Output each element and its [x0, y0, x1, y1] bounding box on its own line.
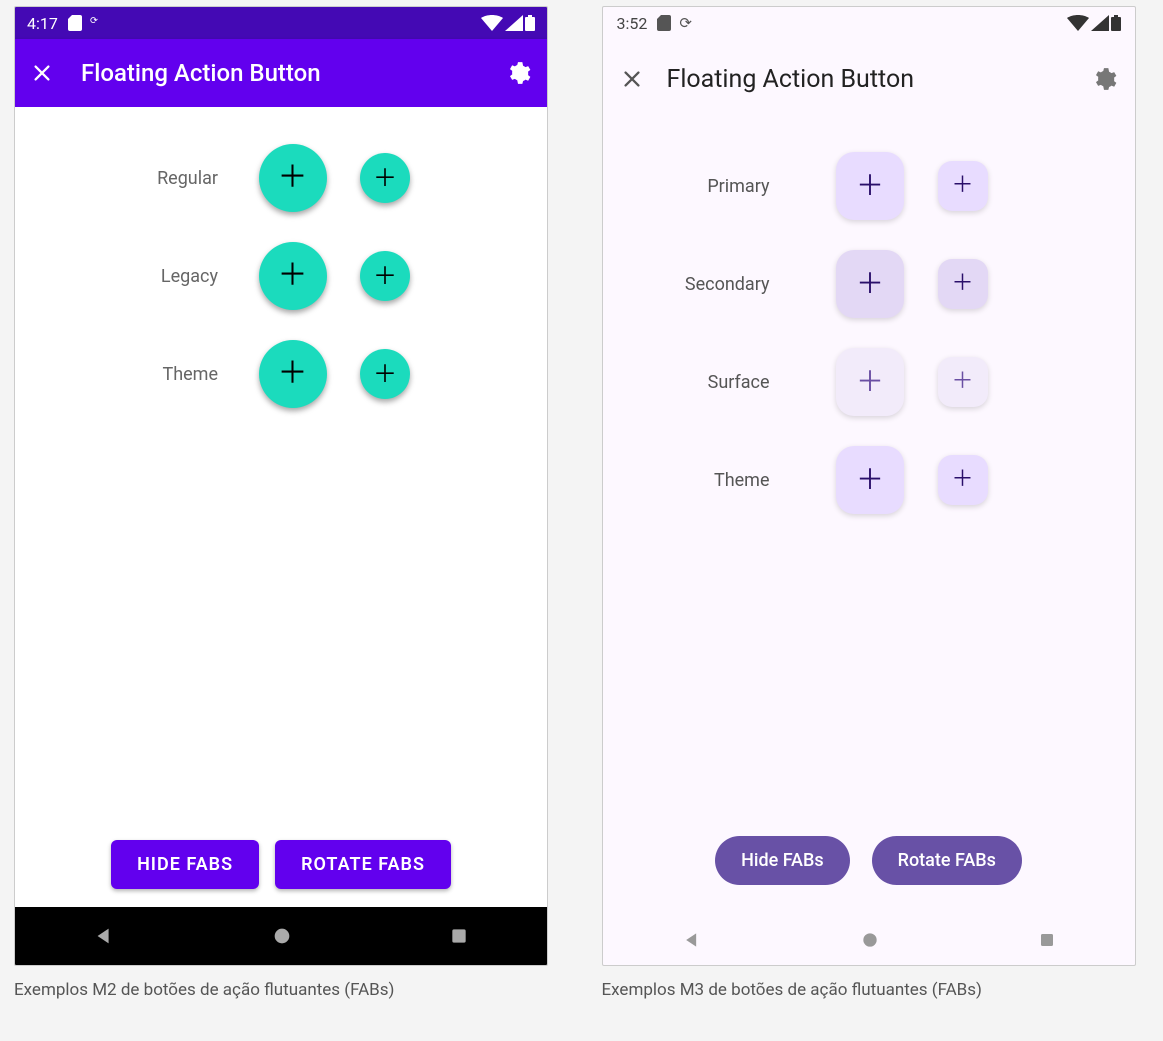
m3-column: 3:52 ⟳ [602, 6, 1150, 1000]
fab-row: Regular ＋ ＋ [15, 129, 547, 227]
close-icon[interactable] [31, 62, 53, 84]
plus-icon: ＋ [951, 273, 973, 295]
nav-recent-icon[interactable] [449, 926, 469, 946]
signal-icon [1091, 15, 1109, 31]
appbar-title: Floating Action Button [81, 59, 321, 87]
nav-home-icon[interactable] [860, 930, 880, 950]
m3-appbar: Floating Action Button [603, 39, 1135, 119]
sync-icon: ⟳ [679, 14, 692, 32]
nav-home-icon[interactable] [271, 925, 293, 947]
fab-small[interactable]: ＋ [360, 153, 410, 203]
comparison-wrap: 4:17 ⟳ [0, 0, 1163, 1020]
battery-icon [1111, 15, 1121, 31]
signal-icon [505, 15, 523, 31]
battery-icon [525, 15, 535, 31]
gear-icon[interactable] [505, 60, 531, 86]
fab-row-label: Regular [15, 168, 240, 189]
fab-small[interactable]: ＋ [938, 455, 988, 505]
spacer [603, 529, 1135, 836]
fab-row: Primary ＋ ＋ [603, 137, 1135, 235]
plus-icon: ＋ [278, 359, 308, 389]
fab-row-label: Secondary [603, 274, 818, 295]
m2-system-navbar [15, 907, 547, 965]
sd-card-icon [657, 15, 671, 31]
fab-large[interactable]: ＋ [259, 340, 327, 408]
nav-back-icon[interactable] [93, 925, 115, 947]
fab-large[interactable]: ＋ [836, 446, 904, 514]
m2-appbar: Floating Action Button [15, 39, 547, 107]
fab-row: Theme ＋ ＋ [15, 325, 547, 423]
spacer [15, 423, 547, 840]
fab-row-label: Surface [603, 372, 818, 393]
plus-icon: ＋ [856, 270, 884, 298]
appbar-title: Floating Action Button [667, 65, 915, 94]
m3-status-bar: 3:52 ⟳ [603, 7, 1135, 39]
close-icon[interactable] [621, 68, 643, 90]
fab-large[interactable]: ＋ [259, 242, 327, 310]
plus-icon: ＋ [373, 166, 397, 190]
fab-row-label: Legacy [15, 266, 240, 287]
fab-large[interactable]: ＋ [259, 144, 327, 212]
m3-caption: Exemplos M3 de botões de ação flutuantes… [602, 980, 1150, 1000]
hide-fabs-button[interactable]: HIDE FABS [111, 840, 259, 889]
rotate-fabs-button[interactable]: ROTATE FABS [275, 840, 451, 889]
fab-row: Secondary ＋ ＋ [603, 235, 1135, 333]
m2-status-bar: 4:17 ⟳ [15, 7, 547, 39]
plus-icon: ＋ [856, 368, 884, 396]
sd-card-icon [68, 15, 82, 31]
wifi-icon [1067, 15, 1089, 31]
gear-icon[interactable] [1091, 66, 1117, 92]
fab-row-label: Theme [603, 470, 818, 491]
nav-recent-icon[interactable] [1038, 931, 1056, 949]
rotate-fabs-button[interactable]: Rotate FABs [872, 836, 1022, 885]
m3-system-navbar [603, 915, 1135, 965]
hide-fabs-button[interactable]: Hide FABs [715, 836, 850, 885]
plus-icon: ＋ [856, 172, 884, 200]
fab-row: Surface ＋ ＋ [603, 333, 1135, 431]
fab-large[interactable]: ＋ [836, 152, 904, 220]
m2-phone-frame: 4:17 ⟳ [14, 6, 548, 966]
fab-row-label: Primary [603, 176, 818, 197]
plus-icon: ＋ [951, 175, 973, 197]
plus-icon: ＋ [373, 362, 397, 386]
m3-body: Primary ＋ ＋ Secondary ＋ ＋ Surface ＋ ＋ Theme ＋ ＋ Hid… [603, 119, 1135, 915]
plus-icon: ＋ [951, 371, 973, 393]
fab-small[interactable]: ＋ [938, 259, 988, 309]
plus-icon: ＋ [278, 163, 308, 193]
plus-icon: ＋ [951, 469, 973, 491]
sync-icon: ⟳ [90, 15, 106, 31]
svg-text:⟳: ⟳ [90, 16, 98, 27]
fab-small[interactable]: ＋ [938, 357, 988, 407]
m2-body: Regular ＋ ＋ Legacy ＋ ＋ Theme ＋ ＋ HIDE FABS ROTAT… [15, 107, 547, 907]
fab-large[interactable]: ＋ [836, 250, 904, 318]
fab-small[interactable]: ＋ [938, 161, 988, 211]
fab-row: Legacy ＋ ＋ [15, 227, 547, 325]
m2-caption: Exemplos M2 de botões de ação flutuantes… [14, 980, 562, 1000]
wifi-icon [481, 15, 503, 31]
fab-small[interactable]: ＋ [360, 251, 410, 301]
status-time: 3:52 [617, 14, 648, 33]
fab-row: Theme ＋ ＋ [603, 431, 1135, 529]
fab-row-label: Theme [15, 364, 240, 385]
m2-bottom-buttons: HIDE FABS ROTATE FABS [15, 840, 547, 907]
plus-icon: ＋ [373, 264, 397, 288]
status-time: 4:17 [27, 14, 58, 33]
fab-large[interactable]: ＋ [836, 348, 904, 416]
nav-back-icon[interactable] [682, 930, 702, 950]
plus-icon: ＋ [856, 466, 884, 494]
m2-column: 4:17 ⟳ [14, 6, 562, 1000]
plus-icon: ＋ [278, 261, 308, 291]
m3-bottom-buttons: Hide FABs Rotate FABs [603, 836, 1135, 915]
m3-phone-frame: 3:52 ⟳ [602, 6, 1136, 966]
fab-small[interactable]: ＋ [360, 349, 410, 399]
